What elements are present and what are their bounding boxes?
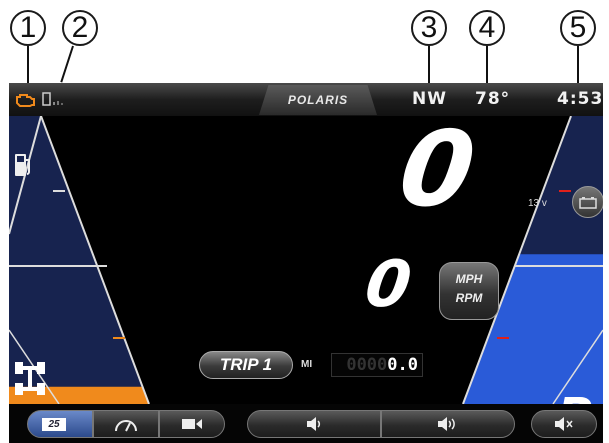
battery-icon [579,196,597,214]
mute-button[interactable] [531,410,597,438]
awd-drivetrain-icon [13,360,49,403]
callout-2-leader [60,45,74,83]
voltage-readout: 13 v [528,198,547,209]
compass-heading: NW [412,89,447,109]
units-toggle-button[interactable]: MPH RPM [439,262,499,320]
odometer-value: 0.0 [387,355,418,375]
gauge-view-button[interactable] [93,410,159,438]
odometer-unit: MI [301,359,313,370]
unit-primary-label: MPH [455,272,483,286]
battery-button[interactable] [572,186,603,218]
dashboard-screen: POLARIS NW 78° 4:53 0 0 MPH RPM TRIP 1 M… [9,83,603,443]
callout-3-leader [428,46,430,84]
clock: 4:53 [557,89,603,109]
callout-5: 5 [560,10,596,46]
trip-odometer: 00000.0 [331,353,423,377]
callout-4: 4 [469,10,505,46]
temperature: 78° [475,89,511,109]
fuel-pump-icon [13,152,33,183]
unit-secondary-label: RPM [455,291,483,305]
bottom-bar: 25 [9,404,603,443]
brand-logo: POLARIS [259,85,377,115]
callout-4-leader [486,46,488,84]
callout-1: 1 [10,10,46,46]
callout-2: 2 [62,10,98,46]
callout-5-leader [577,46,579,84]
callout-3: 3 [411,10,447,46]
cell-signal-icon [42,92,72,111]
gauge-area: 0 0 MPH RPM TRIP 1 MI 00000.0 13 v P [9,108,603,443]
engine-warning-icon [14,91,36,112]
status-bar: POLARIS NW 78° 4:53 [9,83,603,116]
volume-down-button[interactable] [247,410,381,438]
trip-button[interactable]: TRIP 1 [199,351,293,379]
volume-up-button[interactable] [381,410,515,438]
camera-button[interactable] [159,410,225,438]
callout-1-leader [27,46,29,84]
speed-limit-value: 25 [42,418,66,431]
speed-limit-button[interactable]: 25 [27,410,93,438]
odometer-dim-digits: 0000 [346,355,388,375]
